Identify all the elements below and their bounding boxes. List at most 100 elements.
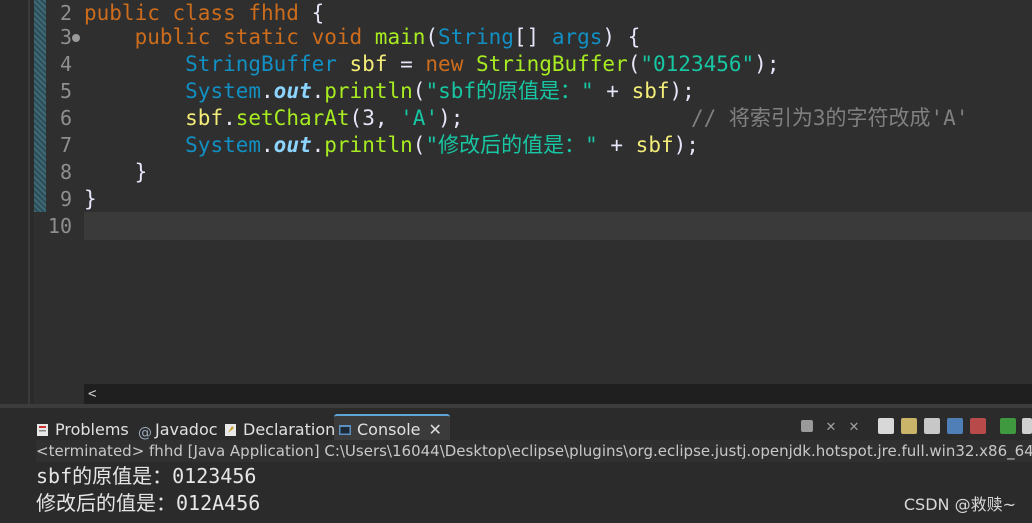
line-number: 5 — [59, 79, 72, 103]
code-line[interactable]: sbf.setCharAt(3, 'A'); // 将索引为3的字符改成'A' — [84, 105, 968, 132]
tab-label: Console — [357, 420, 421, 439]
line-number: 10 — [47, 214, 72, 238]
code-token: . — [261, 133, 274, 157]
code-token: // 将索引为3的字符改成'A' — [690, 106, 969, 130]
left-panel-edge — [0, 0, 34, 404]
code-editor[interactable]: 2 3 4 5 6 7 8 9 10 public class fhhd { p… — [0, 0, 1032, 404]
problems-icon — [37, 424, 48, 436]
code-line[interactable]: } — [84, 159, 148, 186]
line-number: 9 — [59, 187, 72, 211]
code-token: sbf — [185, 106, 224, 130]
code-token: 'A' — [400, 106, 439, 130]
code-token: , — [374, 106, 401, 130]
tab-label: Problems — [55, 420, 129, 439]
code-line[interactable]: } — [84, 186, 97, 213]
line-number: 3 — [59, 25, 72, 49]
code-token: } — [84, 160, 148, 184]
show-on-stderr-icon[interactable] — [970, 418, 986, 434]
console-output-line: sbf的原值是：0123456 — [36, 464, 257, 488]
code-token: "修改后的值是：" — [425, 133, 598, 157]
code-token: ) { — [602, 25, 641, 49]
show-on-stdout-icon[interactable] — [947, 418, 963, 434]
scroll-left-icon[interactable]: < — [88, 384, 96, 404]
code-token: + — [593, 79, 632, 103]
pin-console-icon[interactable] — [1000, 418, 1016, 434]
code-token: = — [387, 52, 426, 76]
code-token: ); — [754, 52, 780, 76]
code-line[interactable]: System.out.println("修改后的值是：" + sbf); — [84, 132, 699, 159]
line-number: 8 — [59, 160, 72, 184]
close-icon[interactable]: ✕ — [429, 420, 442, 439]
code-token: ( — [349, 106, 363, 130]
code-token: ); — [673, 133, 699, 157]
terminate-icon[interactable] — [801, 420, 813, 432]
scroll-lock-icon[interactable] — [901, 418, 917, 434]
code-token: } — [84, 187, 97, 211]
code-token: ); — [438, 106, 464, 130]
remove-launch-icon[interactable]: ✕ — [823, 418, 839, 434]
code-token: . — [311, 133, 325, 157]
remove-all-icon[interactable]: ✕ — [846, 418, 862, 434]
console-icon — [339, 425, 351, 435]
code-token: StringBuffer — [476, 52, 628, 76]
word-wrap-icon[interactable] — [924, 418, 940, 434]
line-number: 6 — [59, 106, 72, 130]
code-token: ( — [425, 25, 439, 49]
code-token: sbf — [631, 79, 670, 103]
code-token: println — [324, 79, 413, 103]
code-token: ( — [627, 52, 641, 76]
code-token: . — [311, 79, 325, 103]
line-number-gutter: 2 3 4 5 6 7 8 9 10 — [46, 0, 84, 404]
console-view[interactable]: <terminated> fhhd [Java Application] C:\… — [0, 440, 1032, 523]
console-output-line: 修改后的值是：012A456 — [36, 491, 261, 515]
code-token: public class — [84, 1, 249, 25]
code-token: "0123456" — [640, 52, 755, 76]
code-token: ( — [412, 79, 426, 103]
code-token: sbf — [635, 133, 674, 157]
line-number: 2 — [59, 1, 72, 25]
clear-console-icon[interactable] — [878, 418, 894, 434]
code-token: main — [374, 25, 426, 49]
current-line-highlight — [84, 212, 1032, 240]
code-token: { — [298, 1, 325, 25]
code-token: args — [551, 25, 603, 49]
tab-label: Declaration — [243, 420, 336, 439]
code-area[interactable]: public class fhhd { public static void m… — [84, 0, 1032, 404]
code-token: setCharAt — [235, 106, 350, 130]
code-token: System — [185, 133, 262, 157]
code-token: StringBuffer — [185, 52, 337, 76]
code-token: new — [425, 52, 464, 76]
code-token: out — [273, 133, 312, 157]
line-number: 4 — [59, 52, 72, 76]
code-token: System — [185, 79, 262, 103]
code-line[interactable]: StringBuffer sbf = new StringBuffer("012… — [84, 51, 779, 78]
code-line[interactable]: public class fhhd { — [84, 0, 324, 27]
declaration-icon — [225, 424, 236, 436]
code-token: 3 — [362, 106, 375, 130]
display-console-icon[interactable] — [1022, 418, 1032, 434]
code-token: out — [273, 79, 312, 103]
code-token: [] — [513, 25, 552, 49]
horizontal-scrollbar[interactable]: < — [84, 384, 1032, 404]
tab-label: Javadoc — [155, 420, 218, 439]
code-token: String — [438, 25, 514, 49]
fold-collapse-icon[interactable] — [72, 34, 80, 42]
watermark: CSDN @救赎~ — [903, 495, 1016, 514]
code-line[interactable]: System.out.println("sbf的原值是：" + sbf); — [84, 78, 695, 105]
bottom-panel-tabbar: Problems @ Javadoc Declaration Console ✕ ✕… — [0, 404, 1032, 444]
code-line[interactable]: public static void main(String[] args) { — [84, 24, 641, 51]
at-sign-icon: @ — [138, 425, 152, 441]
line-number: 7 — [59, 133, 72, 157]
code-token: . — [223, 106, 236, 130]
code-token: ( — [412, 133, 426, 157]
change-marker-strip — [34, 0, 46, 212]
console-status-line: <terminated> fhhd [Java Application] C:\… — [36, 440, 1032, 462]
code-token: println — [324, 133, 413, 157]
code-token: ); — [669, 79, 695, 103]
